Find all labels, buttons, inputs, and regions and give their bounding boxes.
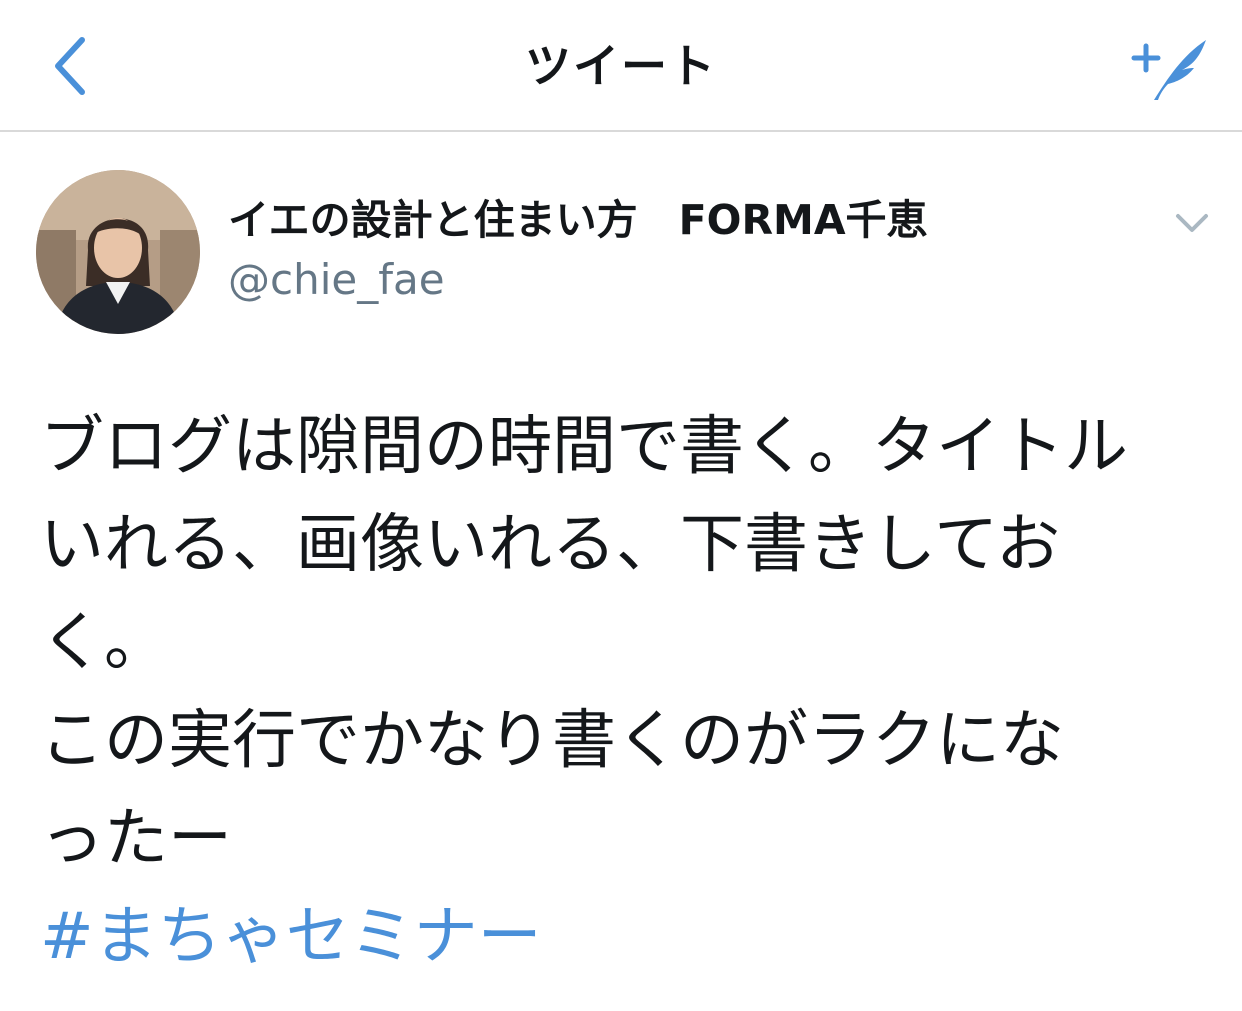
tweet-options-button[interactable]	[1166, 206, 1218, 242]
tweet-header: イエの設計と住まい方 FORMA千恵 @chie_fae	[0, 134, 1242, 364]
display-name[interactable]: イエの設計と住まい方 FORMA千恵	[228, 194, 928, 246]
tweet-text: ブログは隙間の時間で書く。タイトル いれる、画像いれる、下書きしてお く。 この…	[40, 398, 1220, 986]
chevron-down-icon	[1176, 214, 1208, 232]
tweet-text-line: この実行でかなり書くのがラクにな	[40, 704, 1064, 778]
navigation-bar: ツイート	[0, 0, 1242, 132]
tweet-text-line: ったー	[40, 802, 232, 876]
profile-photo	[36, 170, 200, 334]
hashtag-link[interactable]: #まちゃセミナー	[40, 888, 1220, 986]
compose-tweet-button[interactable]	[1128, 30, 1212, 106]
tweet-text-line: ブログは隙間の時間で書く。タイトル	[40, 410, 1128, 484]
compose-quill-icon	[1131, 40, 1206, 100]
avatar[interactable]	[36, 170, 200, 334]
tweet-text-line: く。	[40, 606, 168, 680]
user-handle[interactable]: @chie_fae	[228, 254, 445, 306]
tweet-text-line: いれる、画像いれる、下書きしてお	[40, 508, 1061, 582]
page-title: ツイート	[525, 39, 717, 93]
